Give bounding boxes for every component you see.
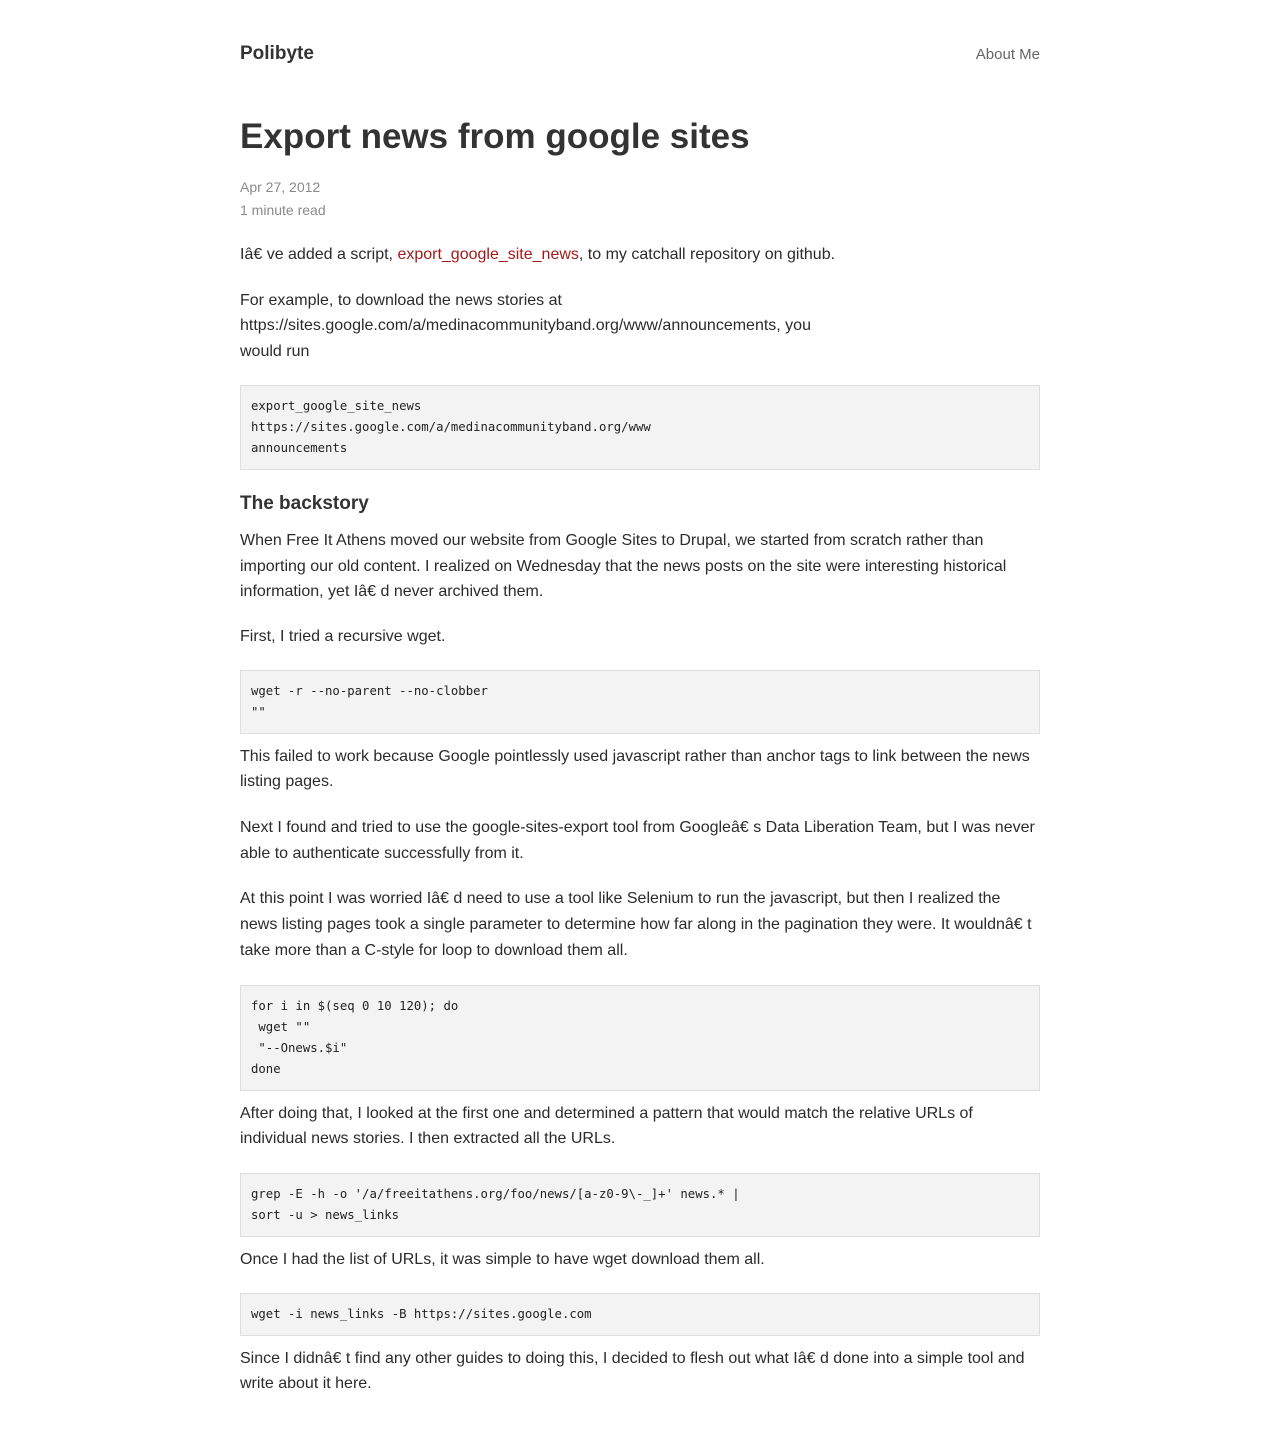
site-title-link[interactable]: Polibyte bbox=[240, 43, 314, 65]
paragraph-failure: This failed to work because Google point… bbox=[240, 747, 1030, 791]
paragraph-example: For example, to download the news storie… bbox=[240, 288, 1040, 365]
post-date: Apr 27, 2012 bbox=[240, 179, 321, 195]
paragraph-backstory: When Free It Athens moved our website fr… bbox=[240, 531, 1007, 601]
section-heading-backstory: The backstory bbox=[240, 492, 369, 514]
intro-text-before: Iâ€ ve added a script, bbox=[240, 246, 398, 263]
paragraph-next-try: Next I found and tried to use the google… bbox=[240, 819, 1035, 862]
code-block-wget-recursive: wget -r --no-parent --no-clobber "" bbox=[240, 669, 1040, 734]
paragraph-first-try: First, I tried a recursive wget. bbox=[240, 627, 446, 645]
intro-text-after: , to my catchall repository on github. bbox=[578, 246, 836, 263]
code-block-usage: export_google_site_news https://sites.go… bbox=[240, 384, 1040, 470]
post-article: Export news from google sites Apr 27, 20… bbox=[240, 117, 1040, 1397]
post-read-time: 1 minute read bbox=[240, 202, 326, 218]
example-line-3: would run bbox=[240, 343, 310, 361]
post-content: Iâ€ ve added a script, export_google_sit… bbox=[240, 242, 1040, 1397]
paragraph-pattern: After doing that, I looked at the first … bbox=[240, 1104, 973, 1148]
paragraph-url-list: Once I had the list of URLs, it was simp… bbox=[240, 1250, 765, 1268]
example-line-1: For example, to download the news storie… bbox=[240, 291, 562, 309]
example-line-2: https://sites.google.com/a/medinacommuni… bbox=[240, 317, 811, 335]
code-block-loop: for i in $(seq 0 10 120); do wget "" "--… bbox=[240, 984, 1040, 1091]
nav-about-link[interactable]: About Me bbox=[976, 46, 1040, 63]
post-title: Export news from google sites bbox=[240, 117, 750, 156]
site-header: Polibyte About Me bbox=[240, 0, 1040, 110]
post-meta: Apr 27, 2012 1 minute read bbox=[240, 176, 1040, 222]
page-container: Polibyte About Me Export news from googl… bbox=[240, 0, 1040, 1397]
code-block-wget-list: wget -i news_links -B https://sites.goog… bbox=[240, 1292, 1040, 1336]
export-script-link[interactable]: export_google_site_news bbox=[397, 246, 578, 263]
code-block-grep: grep -E -h -o '/a/freeitathens.org/foo/n… bbox=[240, 1172, 1040, 1237]
paragraph-intro: Iâ€ ve added a script, export_google_sit… bbox=[240, 242, 1040, 268]
paragraph-worry: At this point I was worried Iâ€ d need t… bbox=[240, 890, 1032, 959]
paragraph-conclusion: Since I didnâ€ t find any other guides t… bbox=[240, 1349, 1025, 1393]
